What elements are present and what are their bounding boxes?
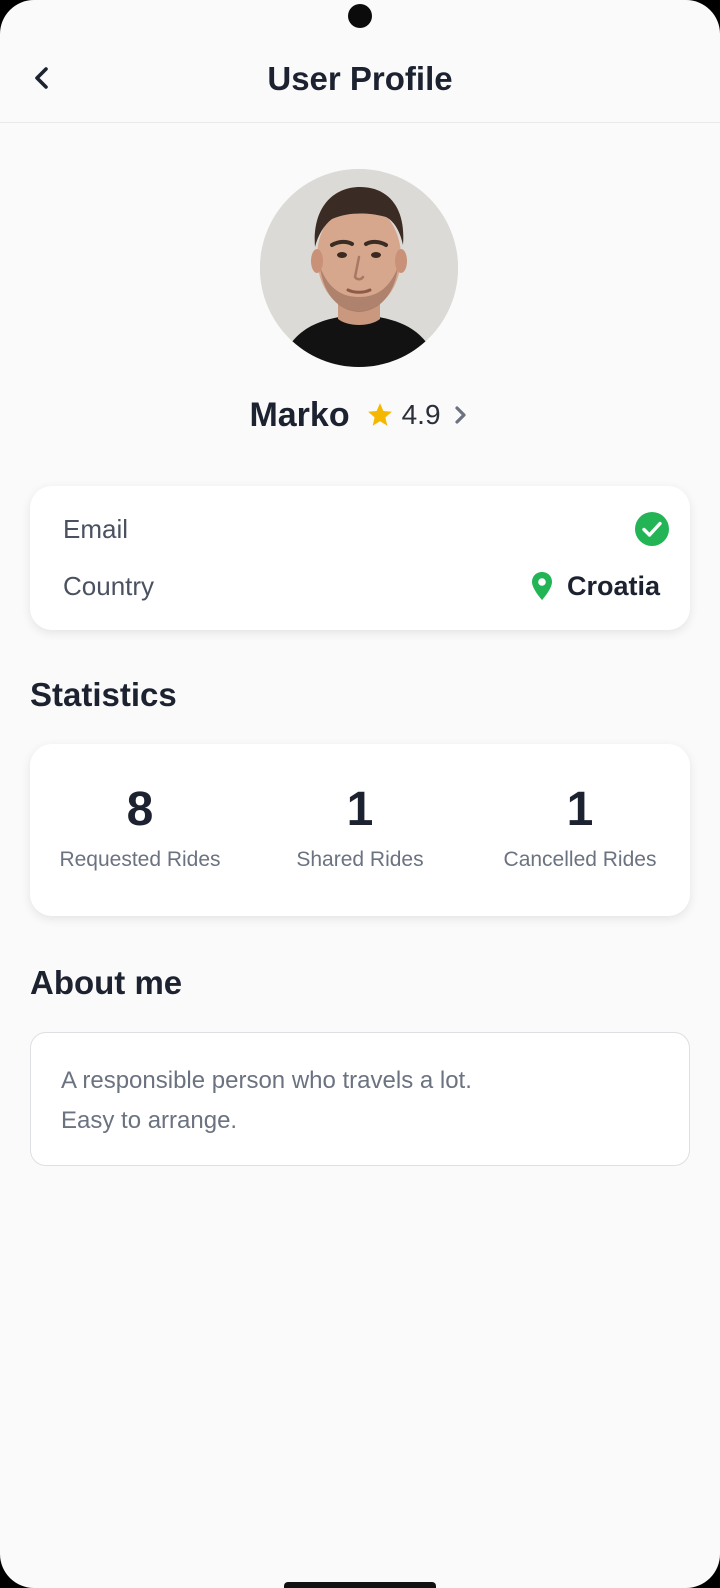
account-info-card: Email Country Croatia: [30, 486, 690, 630]
statistics-card: 8 Requested Rides 1 Shared Rides 1 Cance…: [30, 744, 690, 916]
user-name: Marko: [249, 395, 350, 434]
stat-shared-rides: 1 Shared Rides: [250, 782, 470, 872]
front-camera: [348, 4, 372, 28]
country-value: Croatia: [531, 571, 660, 602]
about-heading: About me: [30, 964, 183, 1001]
country-label: Country: [63, 570, 155, 601]
stat-label: Requested Rides: [59, 848, 221, 871]
profile-photo: [260, 169, 458, 367]
check-circle-icon: [635, 512, 669, 546]
about-line: A responsible person who travels a lot.: [61, 1067, 472, 1094]
home-indicator[interactable]: [284, 1582, 436, 1588]
page-title: User Profile: [267, 60, 453, 97]
email-row: Email: [63, 509, 669, 549]
about-line: Easy to arrange.: [61, 1107, 238, 1134]
star-icon: [367, 403, 392, 426]
statistics-heading: Statistics: [30, 676, 177, 713]
country-name: Croatia: [566, 570, 660, 601]
stat-value: 1: [346, 783, 374, 836]
profile-screen: User Profile Marko 4.9 Email Country Cro…: [0, 0, 720, 1588]
chevron-right-icon: [454, 406, 466, 424]
about-text: A responsible person who travels a lot. …: [61, 1061, 472, 1141]
stat-label: Cancelled Rides: [503, 848, 657, 871]
about-text-box: A responsible person who travels a lot. …: [30, 1032, 690, 1166]
rating-value: 4.9: [401, 399, 441, 430]
avatar: [260, 169, 458, 367]
stat-value: 8: [126, 783, 154, 836]
country-row: Country Croatia: [63, 566, 660, 606]
name-rating-row: Marko 4.9: [0, 390, 720, 440]
top-app-bar: User Profile: [0, 40, 720, 123]
stat-requested-rides: 8 Requested Rides: [30, 782, 250, 872]
rating-button[interactable]: 4.9: [366, 399, 471, 431]
email-label: Email: [63, 513, 129, 544]
stat-label: Shared Rides: [296, 848, 424, 871]
stat-value: 1: [566, 783, 594, 836]
location-pin-icon: [531, 572, 552, 600]
stat-cancelled-rides: 1 Cancelled Rides: [470, 782, 690, 872]
